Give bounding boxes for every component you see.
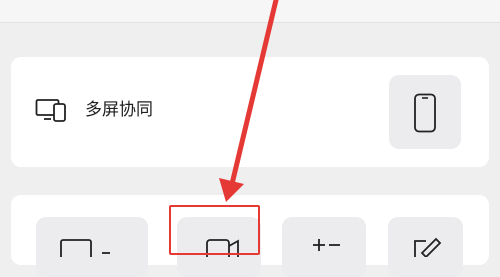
pointer-arrow-icon	[219, 0, 279, 202]
